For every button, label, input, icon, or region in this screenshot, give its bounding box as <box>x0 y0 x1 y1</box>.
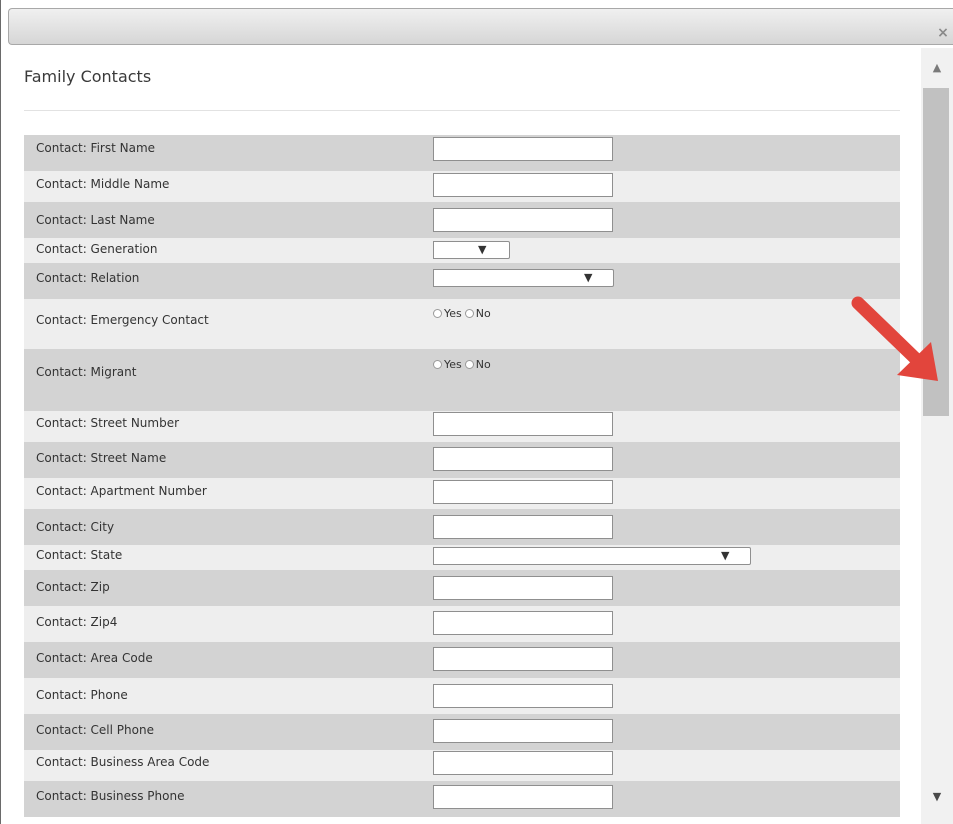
contact-form-table: Contact: First Name Contact: Middle Name C… <box>24 135 900 817</box>
dropdown-arrow-icon[interactable]: ▼ <box>721 549 729 563</box>
text-field-wrapper <box>433 173 613 197</box>
text-field-wrapper <box>433 412 613 436</box>
family-contacts-dialog: × Family Contacts Contact: First Name Con… <box>0 0 953 824</box>
radio-yes[interactable] <box>433 309 442 318</box>
scroll-up-arrow-icon[interactable]: ▲ <box>921 61 953 75</box>
yes-no-radio-group: Yes No <box>433 307 494 320</box>
field-label: Contact: Emergency Contact <box>36 313 209 327</box>
field-label: Contact: Business Area Code <box>36 755 210 769</box>
vertical-scrollbar[interactable]: ▲ ▼ <box>921 48 953 824</box>
form-row: Contact: Migrant Yes No <box>24 349 900 411</box>
dialog-content[interactable]: Family Contacts Contact: First Name Conta… <box>9 48 921 824</box>
field-label: Contact: Generation <box>36 242 158 256</box>
section-divider <box>24 110 900 111</box>
form-row: Contact: Middle Name <box>24 171 900 202</box>
dropdown-arrow-icon[interactable]: ▼ <box>584 271 592 285</box>
yes-no-radio-group: Yes No <box>433 358 494 371</box>
radio-no[interactable] <box>464 360 474 369</box>
form-row: Contact: Street Number <box>24 411 900 442</box>
field-label: Contact: Middle Name <box>36 177 170 191</box>
text-field-wrapper <box>433 480 613 504</box>
form-row: Contact: First Name <box>24 135 900 171</box>
text-field-wrapper <box>433 611 613 635</box>
section-title: Family Contacts <box>24 67 152 86</box>
text-input[interactable] <box>433 173 613 197</box>
radio-yes[interactable] <box>433 360 442 369</box>
radio-group: Yes No <box>433 307 494 320</box>
form-row: Contact: Cell Phone <box>24 714 900 750</box>
form-row: Contact: Last Name <box>24 202 900 238</box>
radio-yes-label[interactable]: Yes <box>444 358 462 371</box>
radio-yes-label[interactable]: Yes <box>444 307 462 320</box>
dropdown-arrow-icon[interactable]: ▼ <box>478 243 486 257</box>
radio-group: Yes No <box>433 358 494 371</box>
close-icon[interactable]: × <box>933 22 953 44</box>
form-row: Contact: Zip4 <box>24 606 900 642</box>
field-label: Contact: Cell Phone <box>36 723 154 737</box>
form-row: Contact: Business Area Code <box>24 750 900 781</box>
text-input[interactable] <box>433 611 613 635</box>
text-field-wrapper <box>433 785 613 809</box>
radio-no-label[interactable]: No <box>476 307 491 320</box>
form-row: Contact: Area Code <box>24 642 900 678</box>
text-input[interactable] <box>433 647 613 671</box>
select-wrapper: ▼ <box>433 269 614 287</box>
select-wrapper: ▼ <box>433 241 510 259</box>
text-field-wrapper <box>433 576 613 600</box>
text-input[interactable] <box>433 785 613 809</box>
text-input[interactable] <box>433 480 613 504</box>
form-row: Contact: Street Name <box>24 442 900 478</box>
text-field-wrapper <box>433 137 613 161</box>
field-label: Contact: Phone <box>36 688 128 702</box>
scroll-down-arrow-icon[interactable]: ▼ <box>921 790 953 804</box>
field-label: Contact: State <box>36 548 123 562</box>
dropdown-select[interactable]: ▼ <box>433 269 614 287</box>
form-row: Contact: Phone <box>24 678 900 714</box>
form-row: Contact: State ▼ <box>24 545 900 570</box>
text-input[interactable] <box>433 137 613 161</box>
text-field-wrapper <box>433 208 613 232</box>
form-row: Contact: City <box>24 509 900 545</box>
text-input[interactable] <box>433 208 613 232</box>
dialog-left-border <box>0 0 1 824</box>
form-row: Contact: Business Phone <box>24 781 900 817</box>
field-label: Contact: Apartment Number <box>36 484 207 498</box>
field-label: Contact: Business Phone <box>36 789 185 803</box>
field-label: Contact: First Name <box>36 141 156 155</box>
radio-no-label[interactable]: No <box>476 358 491 371</box>
text-input[interactable] <box>433 684 613 708</box>
field-label: Contact: Area Code <box>36 651 153 665</box>
field-label: Contact: Street Name <box>36 451 167 465</box>
field-label: Contact: Last Name <box>36 213 155 227</box>
text-input[interactable] <box>433 719 613 743</box>
dialog-titlebar[interactable]: × <box>8 8 953 45</box>
text-input[interactable] <box>433 576 613 600</box>
form-row: Contact: Apartment Number <box>24 478 900 509</box>
red-pointer-arrow-icon <box>851 296 938 381</box>
field-label: Contact: Migrant <box>36 365 137 379</box>
text-field-wrapper <box>433 751 613 775</box>
text-input[interactable] <box>433 447 613 471</box>
form-row: Contact: Emergency Contact Yes No <box>24 299 900 349</box>
text-input[interactable] <box>433 751 613 775</box>
radio-no[interactable] <box>464 309 474 318</box>
form-row: Contact: Relation ▼ <box>24 263 900 299</box>
form-row: Contact: Zip <box>24 570 900 606</box>
text-input[interactable] <box>433 515 613 539</box>
field-label: Contact: Street Number <box>36 416 180 430</box>
text-field-wrapper <box>433 719 613 743</box>
dropdown-select[interactable]: ▼ <box>433 547 751 565</box>
text-input[interactable] <box>433 412 613 436</box>
select-wrapper: ▼ <box>433 547 751 565</box>
dropdown-select[interactable]: ▼ <box>433 241 510 259</box>
text-field-wrapper <box>433 447 613 471</box>
field-label: Contact: Zip4 <box>36 615 118 629</box>
field-label: Contact: Zip <box>36 580 110 594</box>
field-label: Contact: City <box>36 520 115 534</box>
text-field-wrapper <box>433 684 613 708</box>
field-label: Contact: Relation <box>36 271 140 285</box>
form-row: Contact: Generation ▼ <box>24 238 900 263</box>
text-field-wrapper <box>433 647 613 671</box>
text-field-wrapper <box>433 515 613 539</box>
